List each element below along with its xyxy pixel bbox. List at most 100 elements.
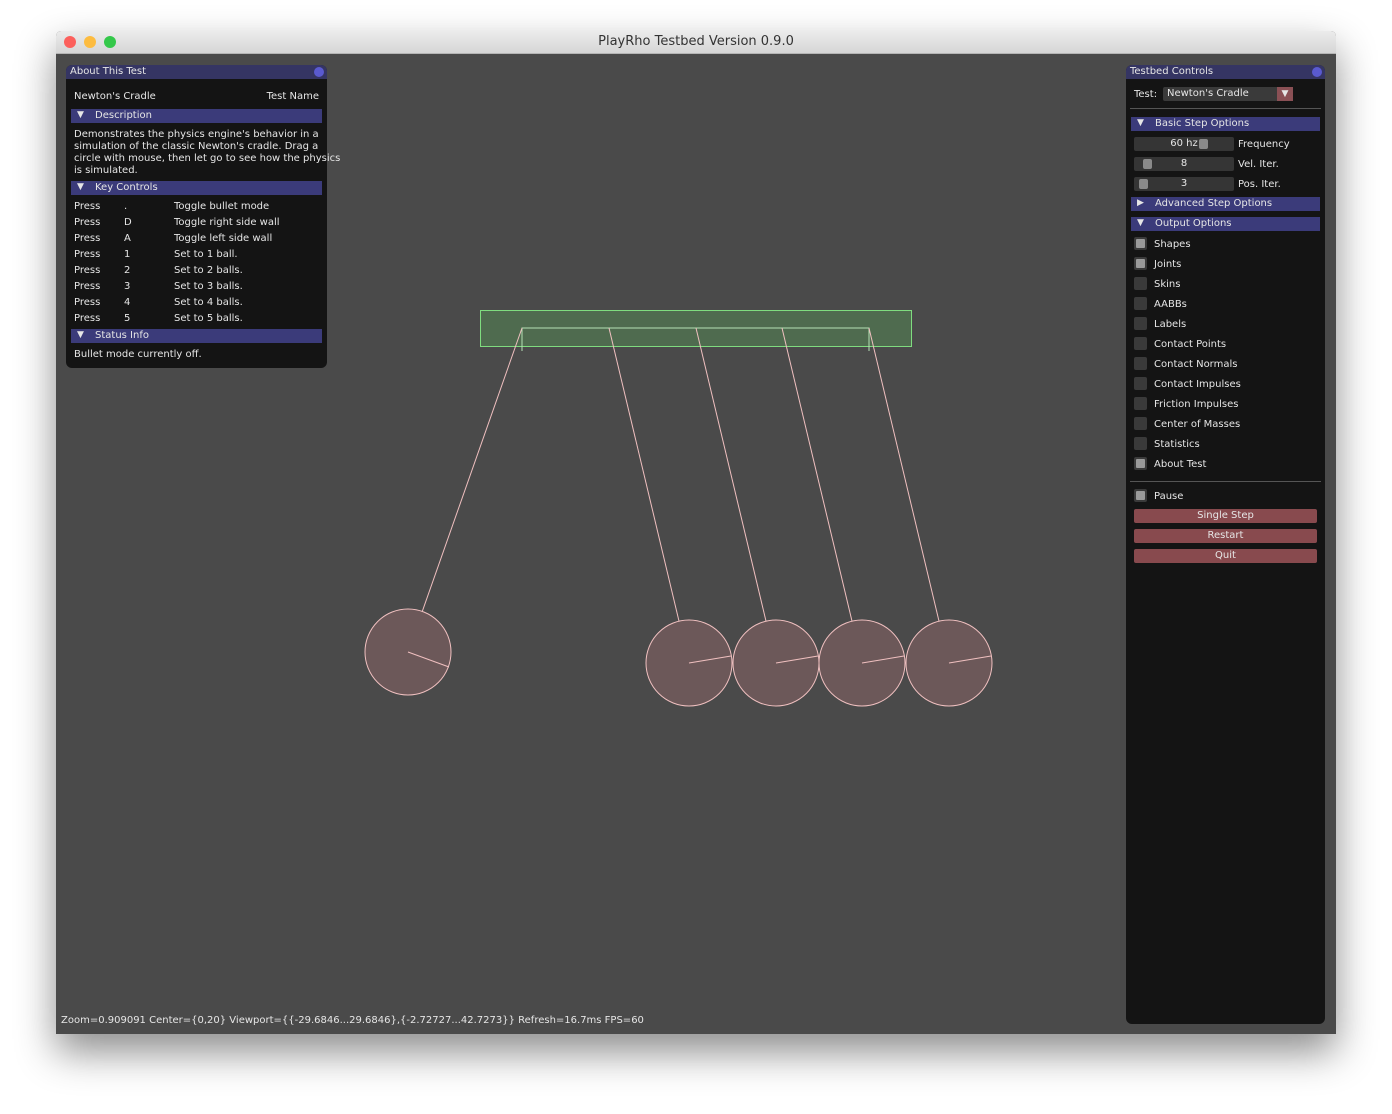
about-test-panel: About This Test Newton's Cradle Test Nam…	[66, 65, 340, 368]
aabbs-checkbox[interactable]	[1134, 297, 1147, 310]
string-4	[781, 327, 863, 664]
description-header-label: Description	[95, 110, 152, 121]
contact-impulses-checkbox[interactable]	[1134, 377, 1147, 390]
window-title: PlayRho Testbed Version 0.9.0	[598, 34, 794, 49]
frequency-slider[interactable]: 60 hz	[1134, 137, 1234, 151]
about-test-checkbox[interactable]	[1134, 457, 1147, 470]
velocity-iterations-value: 8	[1180, 158, 1188, 169]
key-name: 2	[124, 265, 131, 276]
velocity-iterations-label: Vel. Iter.	[1238, 159, 1279, 170]
controls-panel-close-icon[interactable]	[1312, 67, 1322, 77]
statistics-checkbox[interactable]	[1134, 437, 1147, 450]
labels-label: Labels	[1154, 319, 1187, 330]
key-desc: Set to 2 balls.	[174, 265, 243, 276]
key-action: Press	[74, 233, 101, 244]
description-line-2: simulation of the classic Newton's cradl…	[74, 141, 319, 152]
dropdown-arrow-icon[interactable]: ▼	[1277, 87, 1293, 101]
center-of-masses-checkbox[interactable]	[1134, 417, 1147, 430]
key-desc: Set to 3 balls.	[174, 281, 243, 292]
string-2	[608, 327, 690, 664]
divider	[1130, 108, 1321, 109]
key-name: D	[124, 217, 132, 228]
joints-checkbox[interactable]	[1134, 257, 1147, 270]
key-name: 5	[124, 313, 131, 324]
single-step-button[interactable]: Single Step	[1134, 509, 1317, 523]
key-action: Press	[74, 297, 101, 308]
frequency-value: 60 hz	[1170, 138, 1198, 149]
string-5	[868, 327, 950, 664]
collapse-triangle-icon: ▼	[77, 330, 84, 340]
contact-impulses-label: Contact Impulses	[1154, 379, 1241, 390]
key-action: Press	[74, 201, 101, 212]
contact-normals-label: Contact Normals	[1154, 359, 1238, 370]
key-name: 4	[124, 297, 131, 308]
friction-impulses-checkbox[interactable]	[1134, 397, 1147, 410]
key-desc: Toggle bullet mode	[174, 201, 270, 212]
contact-points-checkbox[interactable]	[1134, 337, 1147, 350]
test-select-label: Test:	[1134, 89, 1158, 100]
key-action: Press	[74, 313, 101, 324]
key-desc: Toggle left side wall	[174, 233, 273, 244]
divider	[1130, 481, 1321, 482]
shapes-checkbox[interactable]	[1134, 237, 1147, 250]
description-line-4: is simulated.	[74, 165, 138, 176]
center-of-masses-label: Center of Masses	[1154, 419, 1241, 430]
frequency-label: Frequency	[1238, 139, 1290, 150]
shapes-label: Shapes	[1154, 239, 1191, 250]
about-panel-title: About This Test	[70, 66, 147, 77]
key-action: Press	[74, 265, 101, 276]
output-options-header[interactable]: ▼ Output Options	[1131, 217, 1320, 231]
test-select[interactable]: Newton's Cradle ▼	[1163, 87, 1293, 101]
string-3	[695, 327, 777, 664]
about-panel-title-bar[interactable]: About This Test	[66, 65, 327, 79]
key-name: A	[124, 233, 131, 244]
app-window: PlayRho Testbed Version 0.9.0 About This…	[56, 31, 1336, 1034]
status-info-text: Bullet mode currently off.	[74, 349, 202, 360]
joints-label: Joints	[1154, 259, 1182, 270]
basic-step-options-label: Basic Step Options	[1155, 118, 1250, 129]
position-iterations-slider[interactable]: 3	[1134, 177, 1234, 191]
statistics-label: Statistics	[1154, 439, 1200, 450]
key-desc: Set to 5 balls.	[174, 313, 243, 324]
collapse-triangle-icon: ▼	[77, 182, 84, 192]
about-test-label: About Test	[1154, 459, 1207, 470]
status-bar: Zoom=0.909091 Center={0,20} Viewport={{-…	[61, 1015, 644, 1026]
labels-checkbox[interactable]	[1134, 317, 1147, 330]
basic-step-options-header[interactable]: ▼ Basic Step Options	[1131, 117, 1320, 131]
string-1	[407, 327, 523, 653]
key-action: Press	[74, 217, 101, 228]
advanced-step-options-label: Advanced Step Options	[1155, 198, 1273, 209]
contact-normals-checkbox[interactable]	[1134, 357, 1147, 370]
about-panel-close-icon[interactable]	[314, 67, 324, 77]
description-line-3: circle with mouse, then let go to see ho…	[74, 153, 341, 164]
output-options-label: Output Options	[1155, 218, 1232, 229]
collapse-triangle-icon: ▼	[77, 110, 84, 120]
quit-button[interactable]: Quit	[1134, 549, 1317, 563]
title-bar: PlayRho Testbed Version 0.9.0	[56, 31, 1336, 54]
key-name: 3	[124, 281, 131, 292]
controls-panel-title-bar[interactable]: Testbed Controls	[1126, 65, 1325, 79]
skins-checkbox[interactable]	[1134, 277, 1147, 290]
test-name-value: Newton's Cradle	[74, 91, 156, 102]
contact-points-label: Contact Points	[1154, 339, 1227, 350]
position-iterations-label: Pos. Iter.	[1238, 179, 1281, 190]
advanced-step-options-header[interactable]: ▶ Advanced Step Options	[1131, 197, 1320, 211]
test-name-label: Test Name	[266, 91, 319, 102]
key-name: .	[124, 201, 128, 212]
collapse-triangle-icon: ▼	[1137, 118, 1144, 128]
velocity-iterations-slider[interactable]: 8	[1134, 157, 1234, 171]
key-controls-header-label: Key Controls	[95, 182, 158, 193]
aabbs-label: AABBs	[1154, 299, 1187, 310]
position-iterations-value: 3	[1180, 178, 1188, 189]
collapse-triangle-icon: ▼	[1137, 218, 1144, 228]
pause-label: Pause	[1154, 491, 1184, 502]
pause-checkbox[interactable]	[1134, 489, 1147, 502]
status-info-header[interactable]: ▼ Status Info	[71, 329, 322, 343]
restart-button[interactable]: Restart	[1134, 529, 1317, 543]
key-controls-header[interactable]: ▼ Key Controls	[71, 181, 322, 195]
skins-label: Skins	[1154, 279, 1181, 290]
description-header[interactable]: ▼ Description	[71, 109, 322, 123]
testbed-controls-panel: Testbed Controls Test: Newton's Cradle ▼…	[1126, 65, 1325, 1024]
test-select-value: Newton's Cradle	[1167, 88, 1249, 99]
key-action: Press	[74, 281, 101, 292]
